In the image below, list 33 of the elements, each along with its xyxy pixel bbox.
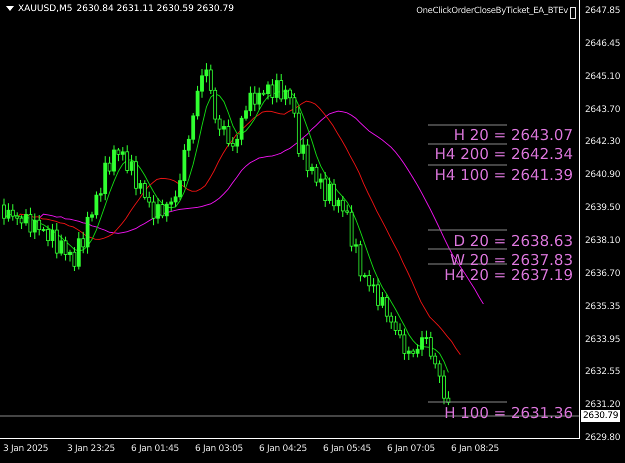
level-label: H4 200 = 2642.34 bbox=[434, 144, 573, 164]
price-axis-label: 2640.90 bbox=[585, 169, 620, 182]
price-axis-label: 2647.85 bbox=[585, 5, 620, 17]
time-axis-label: 3 Jan 23:25 bbox=[67, 444, 115, 454]
time-axis-label: 6 Jan 07:05 bbox=[387, 444, 435, 454]
level-label: H 20 = 2643.07 bbox=[454, 125, 573, 145]
time-axis-label: 6 Jan 05:45 bbox=[323, 444, 371, 454]
level-label: H4 20 = 2637.19 bbox=[444, 266, 573, 285]
price-axis-label: 2633.95 bbox=[585, 334, 620, 346]
price-axis-label: 2646.45 bbox=[585, 38, 620, 50]
price-axis-label: 2643.70 bbox=[585, 104, 620, 116]
time-axis-label: 6 Jan 08:25 bbox=[451, 444, 499, 454]
time-axis-label: 6 Jan 03:05 bbox=[195, 444, 243, 454]
quote-values: 2630.84 2631.11 2630.59 2630.79 bbox=[76, 4, 234, 14]
expert-name: OneClickOrderCloseByTicket_EA_BTEv bbox=[416, 6, 568, 16]
time-axis-label: 6 Jan 01:45 bbox=[131, 444, 179, 454]
price-axis-label: 2632.55 bbox=[585, 366, 620, 378]
price-axis-label: 2631.20 bbox=[585, 399, 620, 411]
price-axis-label: 2635.35 bbox=[585, 300, 620, 313]
dropdown-triangle-icon[interactable] bbox=[6, 6, 14, 12]
level-label: D 20 = 2638.63 bbox=[453, 231, 573, 251]
price-axis-label: 2629.80 bbox=[585, 432, 620, 444]
price-axis-label: 2645.10 bbox=[585, 70, 620, 83]
price-axis-label: 2638.10 bbox=[585, 234, 620, 247]
price-axis-label: 2639.50 bbox=[585, 202, 620, 214]
level-label: H4 100 = 2641.39 bbox=[434, 165, 573, 185]
price-axis-label: 2642.30 bbox=[585, 136, 620, 148]
current-price-tag: 2630.79 bbox=[581, 410, 620, 422]
price-axis-label: 2636.70 bbox=[585, 268, 620, 280]
time-axis-label: 6 Jan 04:25 bbox=[259, 444, 307, 454]
symbol-label: XAUUSD,M5 bbox=[18, 4, 72, 14]
expert-status-icon bbox=[570, 7, 576, 19]
time-axis-label: 3 Jan 2025 bbox=[3, 444, 48, 454]
